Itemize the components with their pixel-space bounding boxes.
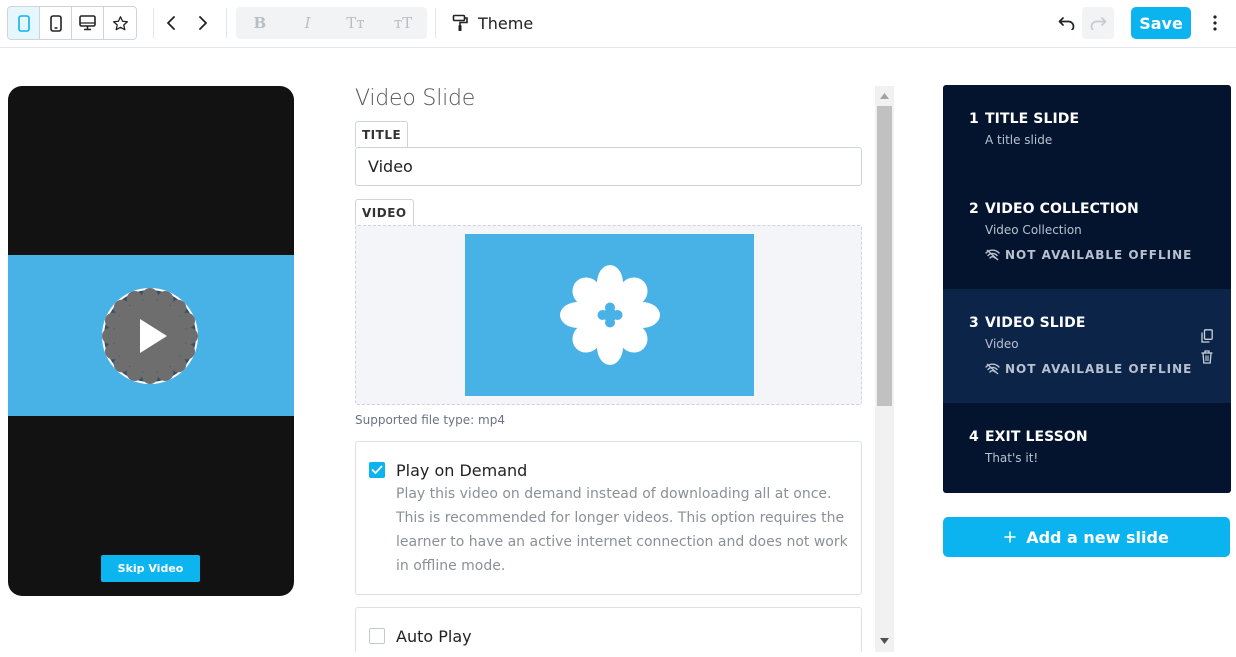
copy-icon (1201, 329, 1213, 343)
preview-video[interactable] (8, 255, 294, 416)
checkmark-icon (371, 465, 383, 474)
title-field-label: TITLE (355, 121, 409, 147)
paint-roller-icon (452, 14, 468, 31)
toolbar-divider (435, 8, 436, 38)
play-on-demand-checkbox[interactable] (369, 462, 385, 478)
theme-label: Theme (478, 13, 534, 33)
video-thumbnail[interactable] (465, 234, 754, 396)
chevron-right-icon (199, 16, 207, 30)
phone-preview: Skip Video (8, 86, 294, 596)
undo-icon (1058, 16, 1074, 30)
triangle-up-icon (880, 92, 889, 99)
save-button[interactable]: Save (1131, 7, 1191, 39)
bold-button[interactable]: B (236, 7, 284, 39)
play-on-demand-option: Play on Demand Play this video on demand… (355, 441, 862, 595)
phone-view-button[interactable] (8, 7, 40, 39)
delete-slide-button[interactable] (1200, 349, 1214, 365)
previous-button[interactable] (156, 8, 186, 38)
editor-heading: Video Slide (355, 86, 476, 111)
duplicate-slide-button[interactable] (1200, 328, 1214, 344)
play-on-demand-label: Play on Demand (396, 461, 528, 480)
slide-item[interactable]: 2 VIDEO COLLECTION Video Collection NOT … (943, 175, 1231, 289)
play-icon (102, 288, 198, 384)
slide-list: 1 TITLE SLIDE A title slide 2 VIDEO COLL… (943, 85, 1231, 493)
plus-icon (1004, 531, 1016, 543)
wifi-off-icon (985, 249, 1000, 261)
tablet-icon (49, 14, 62, 32)
slide-item[interactable]: 1 TITLE SLIDE A title slide (943, 85, 1231, 175)
desktop-view-button[interactable] (72, 7, 104, 39)
next-button[interactable] (188, 8, 218, 38)
editor-scrollbar[interactable] (875, 86, 894, 652)
slide-number: 2 (969, 201, 979, 217)
top-toolbar: B I Tт тT Theme Save (0, 0, 1236, 48)
slide-item-active[interactable]: 3 VIDEO SLIDE Video NOT AVAILABLE OFFLIN… (943, 289, 1231, 403)
slide-subtitle: That's it! (985, 451, 1039, 465)
scroll-up-arrow[interactable] (879, 90, 890, 101)
video-placeholder-icon (559, 265, 660, 365)
offline-status: NOT AVAILABLE OFFLINE (985, 362, 1192, 376)
theme-button[interactable]: Theme (452, 8, 533, 38)
device-switcher (7, 6, 137, 40)
slide-number: 3 (969, 315, 979, 331)
slide-subtitle: Video Collection (985, 223, 1082, 237)
favorite-button[interactable] (104, 7, 136, 39)
scroll-down-arrow[interactable] (879, 635, 890, 646)
video-upload-area[interactable] (355, 225, 862, 405)
redo-button[interactable] (1082, 7, 1114, 39)
offline-status: NOT AVAILABLE OFFLINE (985, 248, 1192, 262)
slide-title: EXIT LESSON (985, 429, 1088, 445)
undo-button[interactable] (1052, 8, 1080, 38)
offline-label: NOT AVAILABLE OFFLINE (1005, 248, 1193, 262)
phone-icon (17, 14, 30, 32)
file-type-hint: Supported file type: mp4 (355, 413, 505, 427)
wifi-off-icon (985, 363, 1000, 375)
italic-button[interactable]: I (284, 7, 332, 39)
slide-title: TITLE SLIDE (985, 111, 1080, 127)
text-size-button[interactable]: Tт (332, 7, 380, 39)
tablet-view-button[interactable] (40, 7, 72, 39)
slide-editor: Video Slide TITLE Video VIDEO Supported … (355, 86, 895, 652)
more-options-button[interactable] (1204, 8, 1226, 38)
play-on-demand-description: Play this video on demand instead of dow… (396, 486, 848, 574)
auto-play-option: Auto Play (355, 607, 862, 652)
trash-icon (1201, 350, 1213, 364)
slide-title: VIDEO COLLECTION (985, 201, 1139, 217)
slide-title: VIDEO SLIDE (985, 315, 1086, 331)
slide-number: 4 (969, 429, 979, 445)
chevron-left-icon (167, 16, 175, 30)
star-icon (112, 15, 128, 30)
text-format-group: B I Tт тT (236, 7, 427, 39)
play-button[interactable] (101, 287, 199, 385)
more-vertical-icon (1213, 15, 1217, 31)
redo-icon (1090, 16, 1106, 30)
slide-subtitle: Video (985, 337, 1019, 351)
triangle-down-icon (880, 637, 889, 644)
video-field-label: VIDEO (355, 199, 414, 225)
slide-number: 1 (969, 111, 979, 127)
title-input[interactable]: Video (355, 147, 862, 186)
toolbar-divider (226, 8, 227, 38)
scroll-thumb[interactable] (877, 106, 892, 406)
offline-label: NOT AVAILABLE OFFLINE (1005, 362, 1193, 376)
auto-play-checkbox[interactable] (369, 628, 385, 644)
slide-subtitle: A title slide (985, 133, 1053, 147)
add-slide-button[interactable]: Add a new slide (943, 517, 1230, 557)
slide-item[interactable]: 4 EXIT LESSON That's it! (943, 403, 1231, 493)
desktop-icon (79, 15, 96, 31)
add-slide-label: Add a new slide (1026, 527, 1169, 547)
toolbar-divider (153, 8, 154, 38)
auto-play-label: Auto Play (396, 627, 472, 646)
skip-video-button[interactable]: Skip Video (101, 555, 200, 582)
text-case-button[interactable]: тT (379, 7, 427, 39)
